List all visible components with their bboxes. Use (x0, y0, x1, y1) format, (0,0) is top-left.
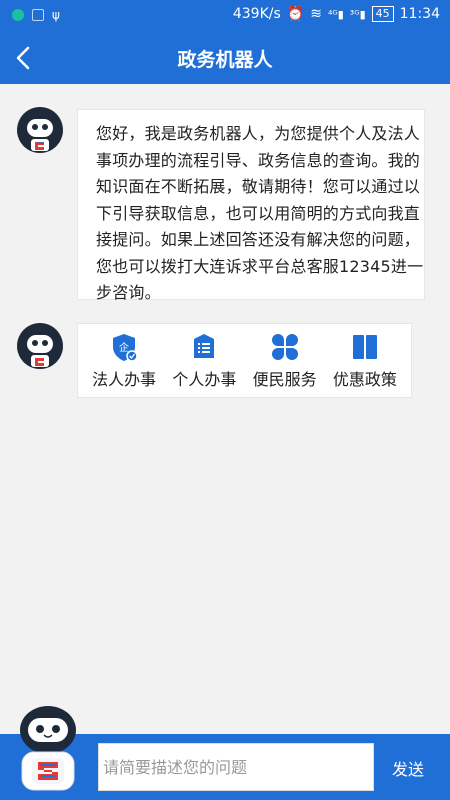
signal-4g-icon: ⁴ᴳ▮ (327, 7, 344, 21)
action-personal-affairs[interactable]: 个人办事 (166, 332, 242, 390)
action-label: 优惠政策 (332, 369, 397, 389)
usb-icon: ψ (52, 8, 60, 22)
robot-avatar (17, 323, 63, 369)
action-preferential-policies[interactable]: 优惠政策 (327, 332, 403, 390)
app-notification-icon (12, 9, 24, 21)
four-petal-icon (271, 333, 298, 360)
status-bar: ψ 439K/s ⏰ ≋ ⁴ᴳ▮ ³ᴳ▮ 45 11:34 (0, 0, 450, 32)
robot-avatar (17, 107, 63, 153)
alarm-icon: ⏰ (286, 6, 305, 22)
list-document-icon (194, 333, 215, 358)
wifi-icon: ≋ (310, 6, 322, 22)
action-label: 法人办事 (92, 369, 157, 389)
action-label: 个人办事 (172, 369, 237, 389)
svg-text:企: 企 (119, 341, 129, 354)
activity-icon (32, 9, 44, 21)
send-button[interactable]: 发送 (392, 756, 424, 780)
action-label: 便民服务 (252, 369, 317, 389)
signal-3g-icon: ³ᴳ▮ (349, 7, 366, 21)
open-book-icon (352, 334, 377, 359)
status-time: 11:34 (399, 6, 440, 22)
action-legal-affairs[interactable]: 企 法人办事 (86, 332, 162, 390)
action-convenience-services[interactable]: 便民服务 (247, 332, 323, 390)
page-title: 政务机器人 (177, 49, 273, 71)
enterprise-shield-icon: 企 (113, 333, 138, 362)
top-nav-bar: 政务机器人 (0, 32, 450, 84)
question-input-wrapper (98, 743, 374, 791)
network-speed: 439K/s (232, 6, 281, 22)
quick-actions-bubble: 企 法人办事 个人办事 便民服务 优惠政策 (77, 323, 412, 398)
robot-mascot-icon[interactable] (12, 702, 84, 794)
greeting-message-text: 您好，我是政务机器人，为您提供个人及法人事项办理的流程引导、政务信息的查询。我的… (96, 124, 424, 302)
question-input[interactable] (103, 757, 373, 777)
battery-indicator: 45 (371, 6, 394, 22)
greeting-message-bubble: 您好，我是政务机器人，为您提供个人及法人事项办理的流程引导、政务信息的查询。我的… (77, 109, 425, 302)
